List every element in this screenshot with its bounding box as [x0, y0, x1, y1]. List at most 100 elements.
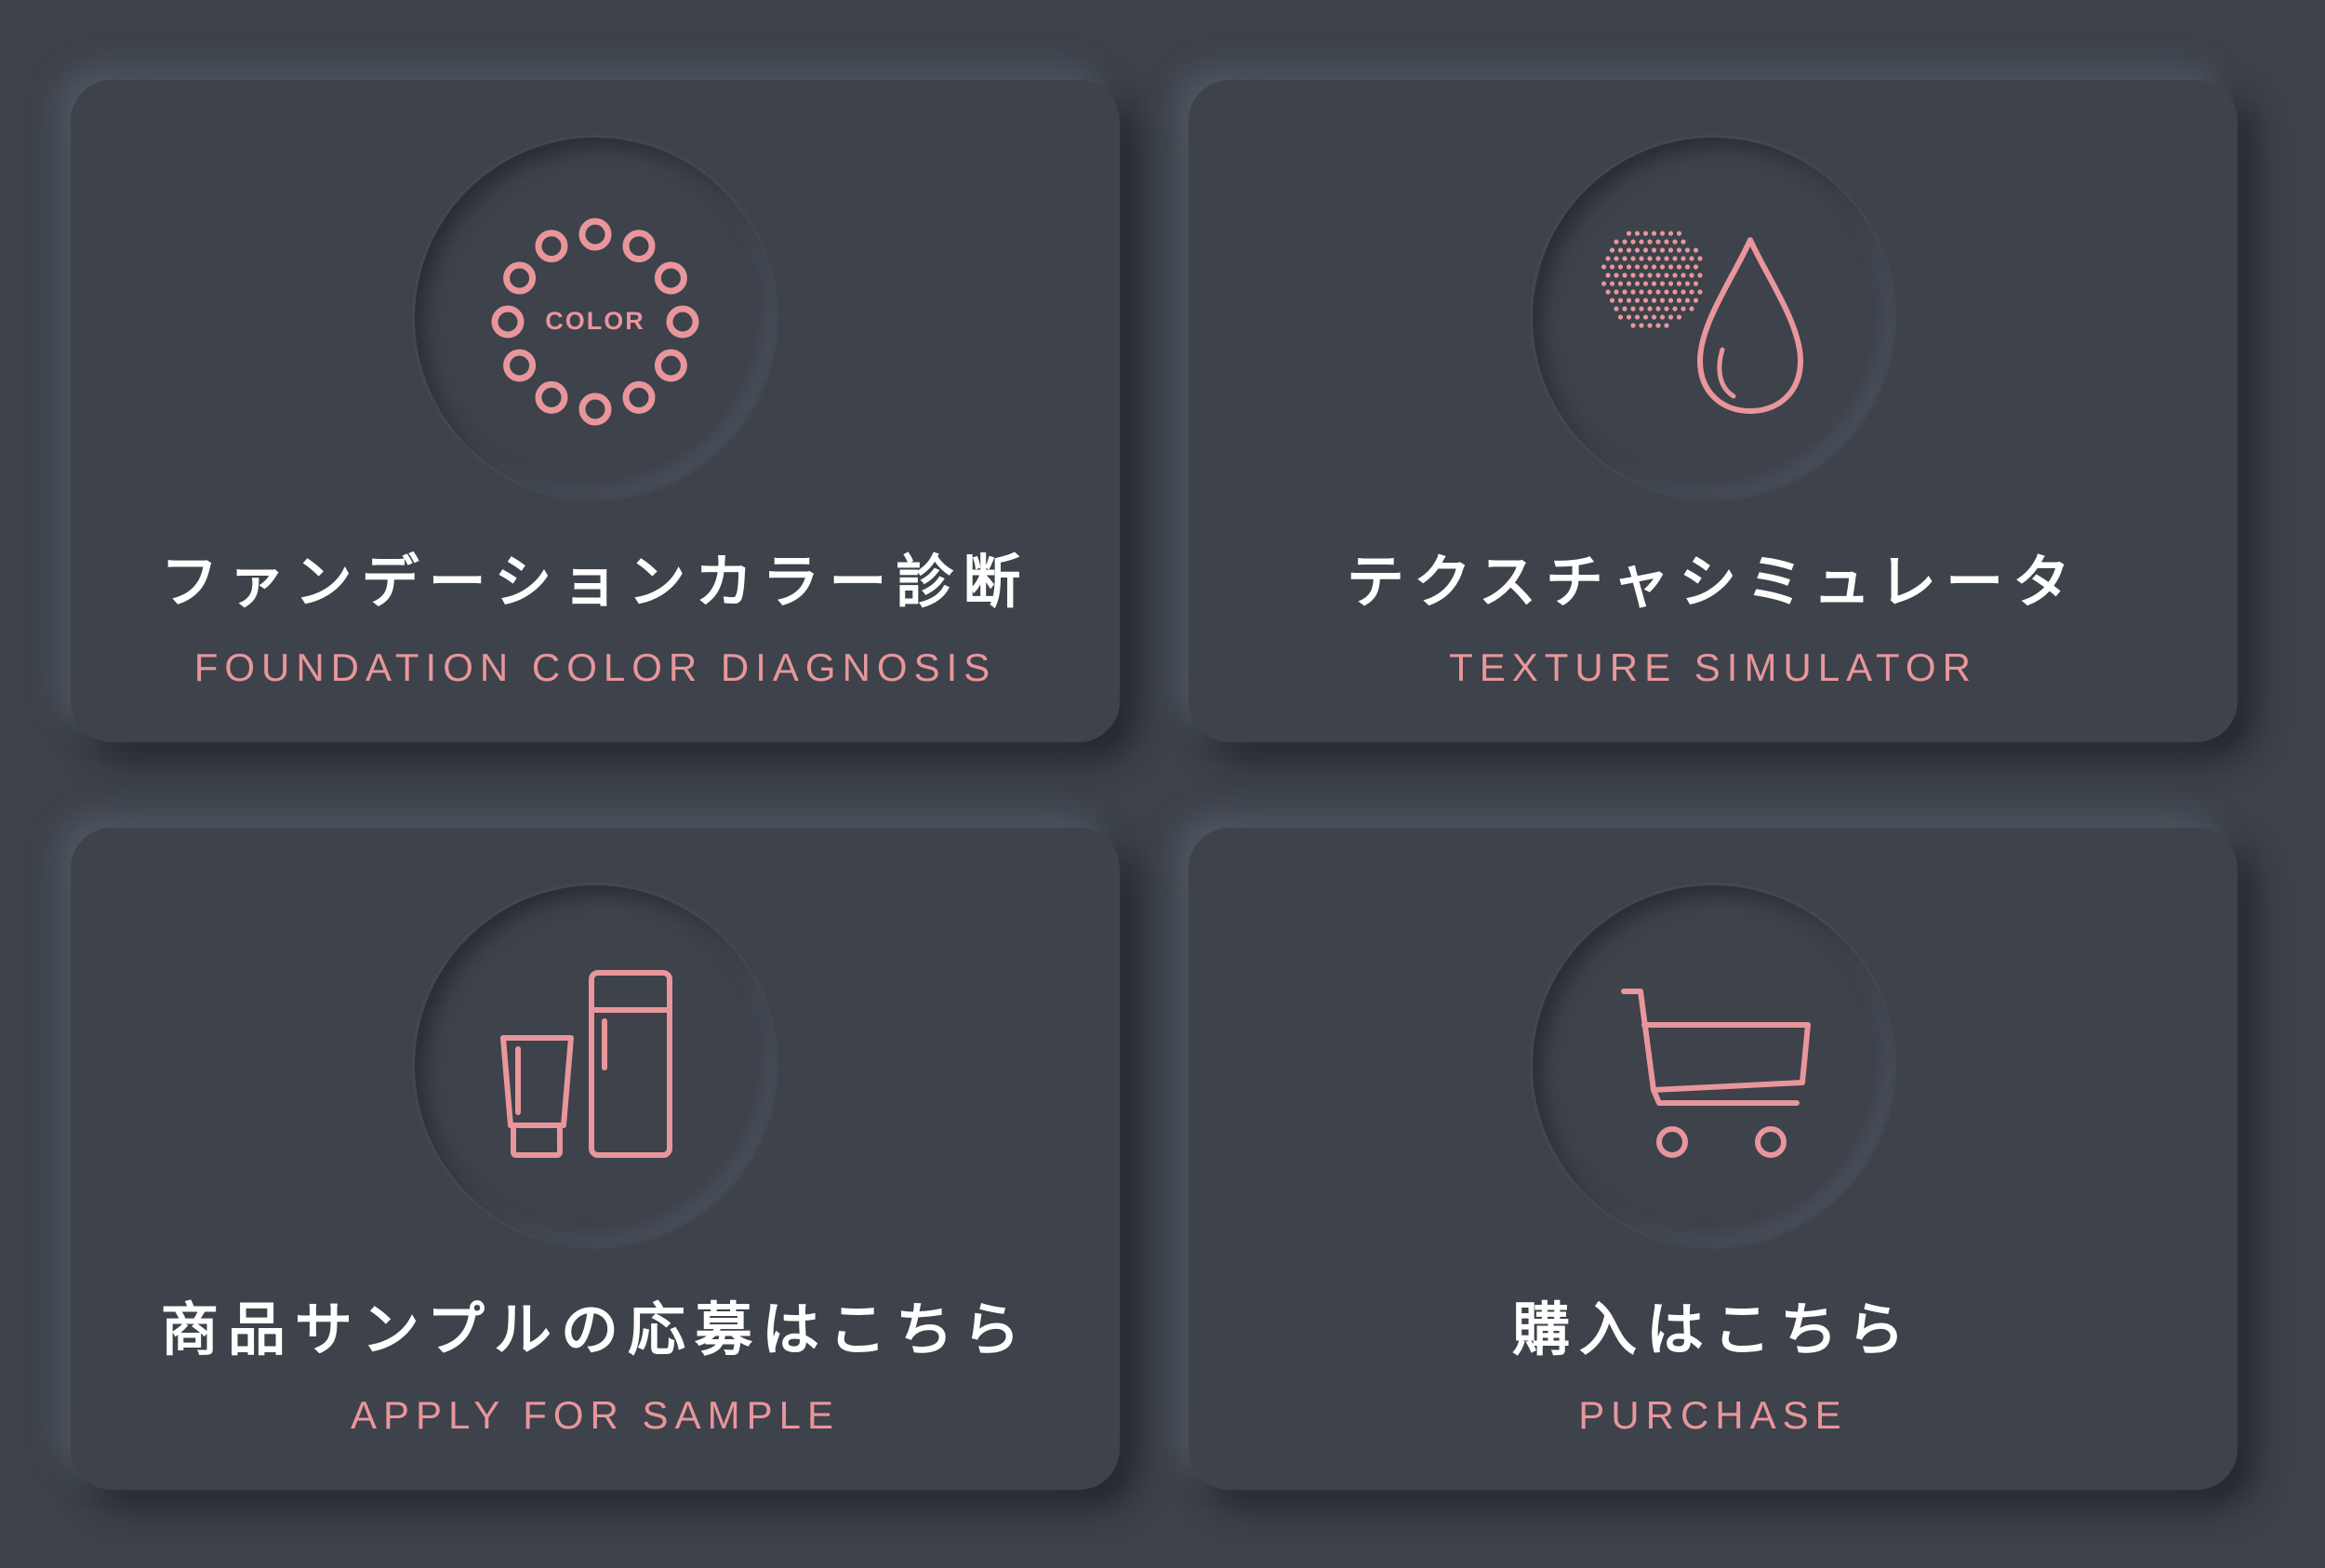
texture-dot: [1655, 323, 1661, 328]
texture-dot: [1614, 289, 1619, 295]
texture-dot: [1605, 256, 1611, 261]
texture-dot: [1664, 272, 1669, 278]
texture-dot: [1667, 231, 1674, 236]
texture-dot: [1601, 264, 1607, 270]
texture-dot: [1676, 264, 1682, 270]
texture-dot: [1639, 289, 1644, 295]
texture-dot: [1634, 281, 1641, 286]
texture-dot: [1617, 264, 1624, 270]
texture-dot: [1639, 272, 1644, 278]
texture-dot: [1655, 289, 1661, 295]
texture-drop-icon: [1601, 231, 1803, 414]
texture-dot: [1681, 306, 1686, 312]
icon-circle: [1533, 138, 1893, 498]
texture-dot: [1626, 281, 1632, 286]
card-title-jp: 購入はこちら: [1511, 1296, 1914, 1363]
card-title-jp: テクスチャシミュレータ: [1346, 548, 2080, 616]
texture-dot: [1659, 247, 1666, 253]
apply-for-sample-card[interactable]: 商品サンプルの応募はこちら APPLY FOR SAMPLE: [71, 828, 1120, 1490]
color-swatch-circle: [578, 392, 612, 426]
texture-dot: [1651, 314, 1657, 320]
card-title-en: FOUNDATION COLOR DIAGNOSIS: [193, 645, 997, 689]
texture-dot: [1651, 281, 1657, 286]
texture-dot: [1642, 264, 1649, 270]
texture-dot: [1609, 281, 1615, 286]
texture-dot: [1684, 247, 1691, 253]
icon-circle: [415, 885, 776, 1246]
texture-dot: [1684, 281, 1691, 286]
texture-dot: [1622, 239, 1628, 245]
card-title-jp: ファンデーションカラー診断: [160, 548, 1030, 616]
color-swatch-circle: [666, 305, 699, 339]
texture-dot: [1630, 306, 1636, 312]
texture-dot: [1697, 272, 1703, 278]
texture-dot: [1672, 256, 1678, 261]
color-swatch-circle: [491, 305, 525, 339]
texture-dot: [1697, 256, 1703, 261]
color-swatch-circle: [535, 230, 568, 263]
texture-dot: [1626, 298, 1632, 303]
texture-dot: [1614, 306, 1619, 312]
color-swatch-circle: [622, 230, 656, 263]
texture-dot: [1609, 264, 1615, 270]
texture-dot: [1655, 272, 1661, 278]
texture-dot: [1689, 256, 1694, 261]
texture-dot: [1693, 281, 1699, 286]
texture-dot: [1617, 314, 1624, 320]
purchase-card[interactable]: 購入はこちら PURCHASE: [1189, 828, 2238, 1490]
texture-dot: [1693, 298, 1699, 303]
texture-dot: [1672, 272, 1678, 278]
texture-dot: [1639, 306, 1644, 312]
texture-dot: [1642, 281, 1649, 286]
texture-dot: [1630, 289, 1636, 295]
texture-dot: [1664, 306, 1669, 312]
texture-dot: [1664, 239, 1669, 245]
texture-dot: [1614, 239, 1619, 245]
texture-dot: [1626, 247, 1632, 253]
texture-dot: [1630, 256, 1636, 261]
texture-dot: [1667, 264, 1674, 270]
texture-dot: [1605, 272, 1611, 278]
card-title-en: APPLY FOR SAMPLE: [351, 1393, 840, 1437]
texture-dot: [1630, 239, 1636, 245]
texture-dot: [1647, 239, 1653, 245]
shopping-cart-icon: [1621, 989, 1811, 1158]
texture-dot: [1676, 314, 1682, 320]
texture-dot: [1651, 298, 1657, 303]
texture-dot: [1626, 231, 1632, 236]
texture-dot: [1689, 289, 1694, 295]
texture-dot: [1614, 256, 1619, 261]
texture-dot: [1655, 306, 1661, 312]
texture-dot: [1651, 264, 1657, 270]
texture-dot: [1634, 264, 1641, 270]
color-swatch-circle: [654, 261, 687, 295]
texture-dot: [1681, 256, 1686, 261]
texture-dot: [1622, 289, 1628, 295]
texture-dot: [1642, 247, 1649, 253]
texture-dot: [1609, 247, 1615, 253]
card-title-jp: 商品サンプルの応募はこちら: [160, 1296, 1030, 1363]
texture-dot: [1693, 247, 1699, 253]
texture-dot: [1630, 272, 1636, 278]
texture-dot: [1659, 281, 1666, 286]
texture-dot: [1664, 289, 1669, 295]
texture-dot: [1634, 247, 1641, 253]
texture-dot: [1642, 231, 1649, 236]
texture-dot: [1622, 272, 1628, 278]
texture-dot: [1634, 231, 1641, 236]
icon-circle: COLOR: [415, 138, 776, 498]
foundation-color-diagnosis-card[interactable]: COLOR ファンデーションカラー診断 FOUNDATION COLOR DIA…: [71, 80, 1120, 742]
texture-dot: [1693, 264, 1699, 270]
texture-dot: [1655, 256, 1661, 261]
texture-dot: [1647, 272, 1653, 278]
texture-dot: [1639, 256, 1644, 261]
texture-dot: [1639, 239, 1644, 245]
texture-simulator-card[interactable]: テクスチャシミュレータ TEXTURE SIMULATOR: [1189, 80, 2238, 742]
color-swatch-circle: [503, 261, 537, 295]
texture-dot: [1684, 264, 1691, 270]
texture-dot: [1614, 272, 1619, 278]
texture-dot: [1697, 289, 1703, 295]
texture-dot: [1664, 323, 1669, 328]
color-swatch-circle: [622, 380, 656, 414]
texture-dot: [1676, 231, 1682, 236]
